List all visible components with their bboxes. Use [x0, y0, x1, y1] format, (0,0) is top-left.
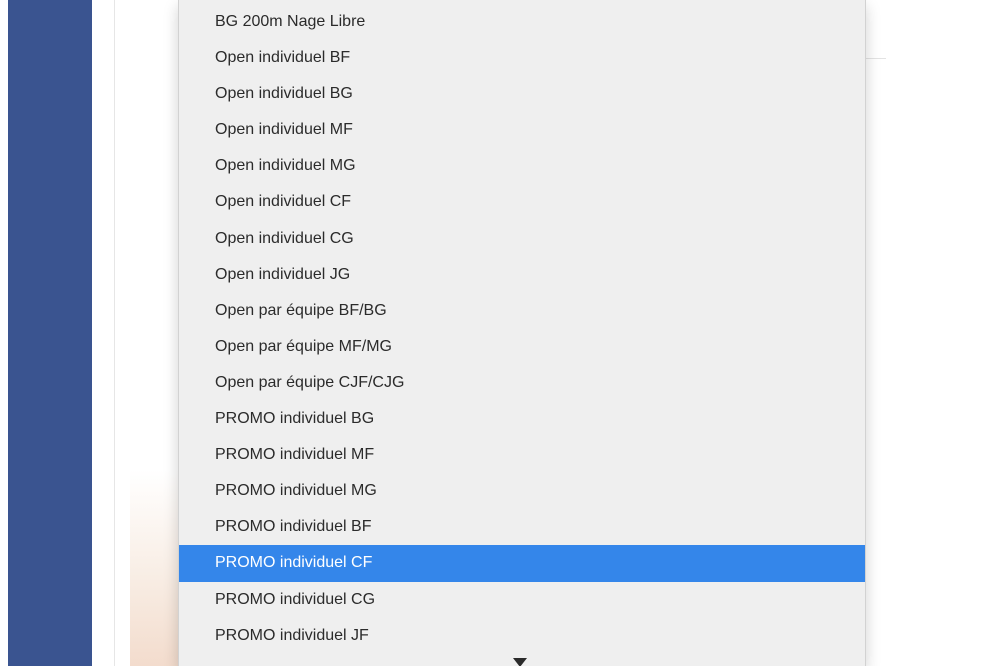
dropdown-option[interactable]: Open par équipe BF/BG: [179, 293, 865, 329]
sidebar: [8, 0, 92, 666]
dropdown-option[interactable]: PROMO individuel BF: [179, 509, 865, 545]
dropdown-option[interactable]: Open individuel BG: [179, 76, 865, 112]
select-dropdown-menu[interactable]: BG 200m Nage Libre Open individuel BF Op…: [178, 0, 866, 666]
dropdown-option[interactable]: Open individuel MF: [179, 112, 865, 148]
content-border: [114, 0, 115, 666]
background-image-peek: [130, 470, 178, 666]
dropdown-option[interactable]: Open individuel BF: [179, 40, 865, 76]
dropdown-option[interactable]: Open individuel MG: [179, 148, 865, 184]
dropdown-option-selected[interactable]: PROMO individuel CF: [179, 545, 865, 582]
dropdown-option[interactable]: BG 200m Nage Libre: [179, 4, 865, 40]
dropdown-option[interactable]: PROMO individuel BG: [179, 401, 865, 437]
dropdown-option[interactable]: PROMO individuel MG: [179, 473, 865, 509]
dropdown-option[interactable]: Open par équipe CJF/CJG: [179, 365, 865, 401]
screen: BG 200m Nage Libre Open individuel BF Op…: [0, 0, 1003, 666]
triangle-down-icon[interactable]: [513, 658, 527, 666]
dropdown-option[interactable]: Open individuel JG: [179, 257, 865, 293]
dropdown-option[interactable]: Open individuel CF: [179, 184, 865, 220]
header-divider: [864, 58, 886, 59]
dropdown-option[interactable]: Open par équipe MF/MG: [179, 329, 865, 365]
dropdown-option[interactable]: PROMO individuel MF: [179, 437, 865, 473]
dropdown-options-list: BG 200m Nage Libre Open individuel BF Op…: [179, 4, 865, 654]
dropdown-option[interactable]: Open individuel CG: [179, 221, 865, 257]
dropdown-option[interactable]: PROMO individuel CG: [179, 582, 865, 618]
dropdown-option[interactable]: PROMO individuel JF: [179, 618, 865, 654]
